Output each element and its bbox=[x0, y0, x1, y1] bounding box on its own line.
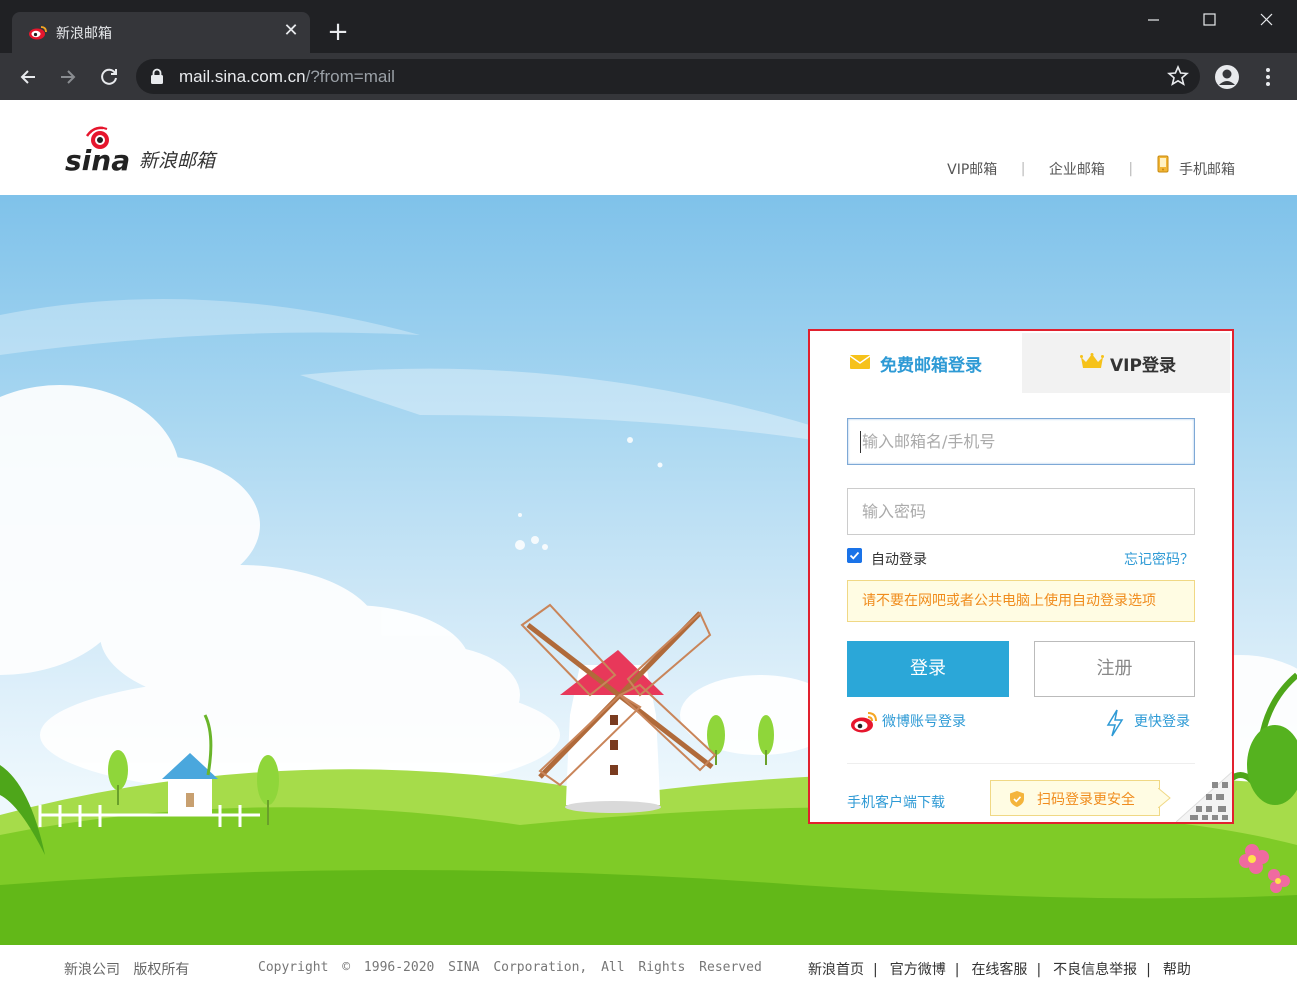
email-field[interactable] bbox=[847, 418, 1195, 465]
separator: | bbox=[1020, 161, 1026, 177]
qr-code-icon[interactable] bbox=[1176, 772, 1232, 822]
enterprise-mail-link[interactable]: 企业邮箱 bbox=[1049, 159, 1105, 179]
auto-login-checkbox[interactable] bbox=[847, 548, 862, 563]
address-bar[interactable]: mail.sina.com.cn/?from=mail bbox=[136, 59, 1200, 94]
mobile-client-download-link[interactable]: 手机客户端下载 bbox=[847, 792, 945, 812]
back-arrow-icon[interactable] bbox=[14, 63, 42, 91]
lightning-bolt-icon bbox=[1106, 709, 1124, 737]
browser-tab[interactable]: 新浪邮箱 ✕ bbox=[12, 12, 310, 53]
maximize-icon[interactable] bbox=[1186, 6, 1232, 34]
top-links: VIP邮箱 | 企业邮箱 | 手机邮箱 bbox=[947, 155, 1235, 179]
weibo-icon bbox=[851, 712, 877, 733]
minimize-icon[interactable] bbox=[1130, 6, 1176, 34]
footer-link-official-weibo[interactable]: 官方微博 bbox=[890, 962, 946, 978]
separator: | bbox=[1036, 962, 1042, 978]
separator: | bbox=[873, 962, 878, 978]
url-path: /?from=mail bbox=[305, 67, 395, 86]
tab-close-icon[interactable]: ✕ bbox=[280, 20, 302, 42]
tab-free-mail-login[interactable]: 免费邮箱登录 bbox=[812, 333, 1022, 393]
new-tab-icon[interactable]: + bbox=[324, 18, 352, 46]
fast-login-label: 更快登录 bbox=[1134, 714, 1190, 730]
svg-text:sina: sina bbox=[65, 144, 130, 177]
url-text[interactable]: mail.sina.com.cn/?from=mail bbox=[179, 67, 395, 87]
text-caret bbox=[860, 431, 861, 453]
page-footer: 新浪公司 版权所有 Copyright © 1996-2020 SINA Cor… bbox=[0, 945, 1297, 998]
footer-link-help[interactable]: 帮助 bbox=[1163, 962, 1191, 978]
register-button[interactable]: 注册 bbox=[1034, 641, 1195, 697]
profile-avatar-icon[interactable] bbox=[1214, 64, 1240, 90]
mobile-mail-link[interactable]: 手机邮箱 bbox=[1179, 159, 1235, 179]
password-field[interactable] bbox=[847, 488, 1195, 535]
svg-text:新浪邮箱: 新浪邮箱 bbox=[139, 150, 218, 172]
separator: | bbox=[1128, 161, 1134, 177]
qr-tip-label: 扫码登录更安全 bbox=[1037, 792, 1135, 808]
page-header: sina 新浪邮箱 VIP邮箱 | 企业邮箱 | 手机邮箱 bbox=[0, 100, 1297, 195]
separator: | bbox=[954, 962, 960, 978]
crown-icon bbox=[1080, 353, 1104, 368]
footer-copyright: Copyright © 1996-2020 SINA Corporation, … bbox=[258, 960, 762, 975]
lock-icon[interactable] bbox=[150, 68, 164, 85]
auto-login-label[interactable]: 自动登录 bbox=[871, 549, 927, 569]
url-host: mail.sina.com.cn bbox=[179, 67, 306, 86]
fast-login-link[interactable]: 更快登录 bbox=[1106, 709, 1206, 737]
auto-login-warning: 请不要在网吧或者公共电脑上使用自动登录选项 bbox=[847, 580, 1195, 622]
mobile-phone-icon bbox=[1157, 155, 1169, 173]
tab-vip-label: VIP登录 bbox=[1110, 356, 1176, 376]
footer-link-online-support[interactable]: 在线客服 bbox=[971, 962, 1027, 978]
footer-link-report[interactable]: 不良信息举报 bbox=[1053, 962, 1137, 978]
sina-mail-logo[interactable]: sina 新浪邮箱 bbox=[63, 126, 223, 182]
login-panel: 免费邮箱登录 VIP登录 自动登录 忘记密码？ 请不要在网吧或者公共电脑上使用自… bbox=[808, 329, 1234, 824]
browser-toolbar: mail.sina.com.cn/?from=mail bbox=[0, 53, 1297, 100]
separator: | bbox=[1146, 962, 1151, 978]
divider bbox=[847, 763, 1195, 764]
email-input[interactable] bbox=[848, 419, 1194, 464]
tab-vip-login[interactable]: VIP登录 bbox=[1022, 333, 1230, 393]
forward-arrow-icon[interactable] bbox=[54, 63, 82, 91]
tab-free-label: 免费邮箱登录 bbox=[880, 356, 982, 376]
forgot-password-link[interactable]: 忘记密码？ bbox=[1124, 549, 1194, 569]
sina-favicon-icon bbox=[29, 26, 47, 40]
kebab-menu-icon[interactable] bbox=[1258, 66, 1278, 88]
vip-mail-link[interactable]: VIP邮箱 bbox=[947, 159, 997, 179]
login-button[interactable]: 登录 bbox=[847, 641, 1009, 697]
browser-window: 新浪邮箱 ✕ + mail.sina.com.cn/?from=mail sin… bbox=[0, 0, 1297, 998]
qr-login-tip[interactable]: 扫码登录更安全 bbox=[990, 780, 1160, 816]
tab-title: 新浪邮箱 bbox=[56, 26, 112, 42]
password-input[interactable] bbox=[848, 489, 1194, 534]
footer-link-sina-home[interactable]: 新浪首页 bbox=[808, 962, 864, 978]
tip-arrow bbox=[1158, 788, 1171, 808]
footer-company: 新浪公司 版权所有 bbox=[64, 962, 190, 978]
bookmark-star-icon[interactable] bbox=[1167, 65, 1189, 87]
window-close-icon[interactable] bbox=[1243, 6, 1289, 34]
mail-envelope-icon bbox=[850, 355, 870, 369]
reload-icon[interactable] bbox=[95, 63, 123, 91]
shield-icon bbox=[1010, 791, 1024, 807]
tab-strip: 新浪邮箱 ✕ + bbox=[0, 0, 1297, 53]
weibo-login-label: 微博账号登录 bbox=[882, 714, 966, 730]
footer-links: 新浪首页 | 官方微博 | 在线客服 | 不良信息举报 | 帮助 bbox=[808, 959, 1191, 979]
